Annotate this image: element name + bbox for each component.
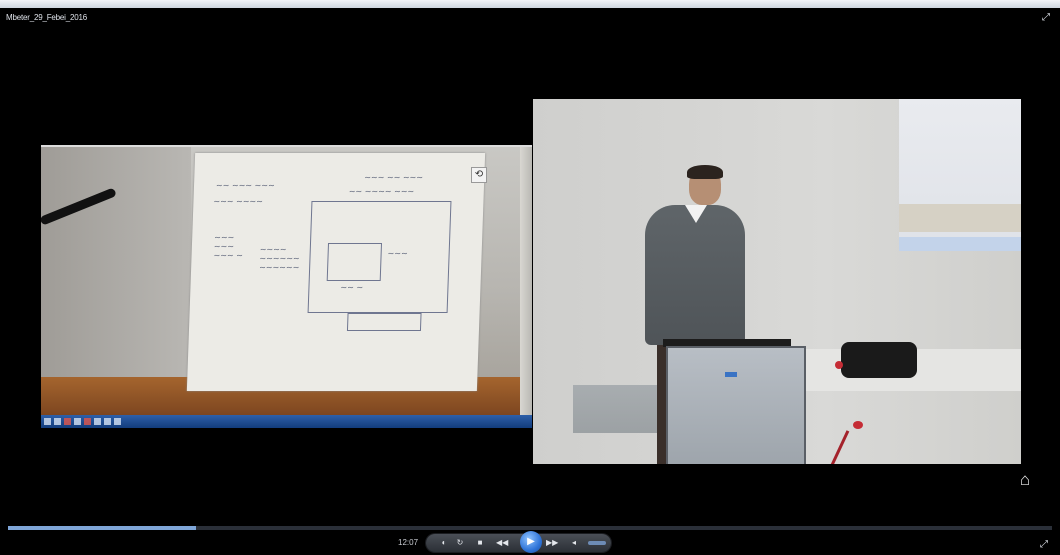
- taskbar-icon: [74, 418, 81, 425]
- stop-icon[interactable]: ■: [474, 537, 486, 549]
- left-video-pane[interactable]: ~~ ~~~ ~~~ ~~~ ~~~~ ~~~ ~~ ~~~ ~~ ~~~~ ~…: [41, 145, 532, 428]
- podium: [666, 346, 806, 464]
- taskbar-icon: [54, 418, 61, 425]
- fast-forward-icon[interactable]: ▶▶: [546, 537, 558, 549]
- repeat-icon[interactable]: ↻: [454, 537, 466, 549]
- paper-notes: ~~ ~~~ ~~~ ~~~ ~~~~ ~~~ ~~ ~~~ ~~ ~~~~ ~…: [186, 153, 486, 391]
- current-time: 12:07: [398, 538, 419, 547]
- rewind-icon[interactable]: ◀◀: [496, 537, 508, 549]
- volume-slider[interactable]: [588, 541, 606, 545]
- microphone-head: [835, 361, 843, 369]
- windows-taskbar: [41, 415, 532, 428]
- home-icon[interactable]: ⌂: [1015, 470, 1035, 490]
- taskbar-icon: [94, 418, 101, 425]
- rotate-icon[interactable]: ⟲: [471, 167, 487, 183]
- screen-edge: [520, 147, 532, 415]
- laptop-bag: [841, 342, 917, 378]
- taskbar-icon: [44, 418, 51, 425]
- taskbar-icon: [64, 418, 71, 425]
- presenter-torso: [645, 205, 745, 345]
- presenter-hair: [687, 165, 723, 179]
- speaker-icon[interactable]: ◂: [568, 537, 580, 549]
- right-video-pane[interactable]: [533, 99, 1021, 464]
- projection-band: [899, 204, 1021, 232]
- fullscreen-icon[interactable]: ⤢: [1038, 539, 1050, 551]
- microphone-stand: [829, 430, 850, 464]
- seek-bar-progress: [8, 526, 196, 530]
- projection-screen: [899, 99, 1021, 251]
- taskbar-icon: [84, 418, 91, 425]
- fullscreen-icon[interactable]: ⤢: [1040, 12, 1052, 24]
- seek-bar[interactable]: [8, 526, 1052, 530]
- taskbar-icon: [114, 418, 121, 425]
- window-title: Mbeter_29_Febei_2016: [6, 13, 87, 22]
- play-button[interactable]: ▶: [520, 531, 542, 553]
- podium-logo: [725, 372, 737, 377]
- projection-taskbar: [899, 237, 1021, 251]
- window-top-strip: [0, 0, 1060, 8]
- taskbar-icon: [104, 418, 111, 425]
- wall-shadow: [41, 147, 191, 387]
- microphone-head: [853, 421, 863, 429]
- playback-controls: ◐ ↻ ■ ◀◀ ▶ ▶▶ ◂: [426, 531, 611, 553]
- volume-icon[interactable]: ◐: [438, 537, 450, 549]
